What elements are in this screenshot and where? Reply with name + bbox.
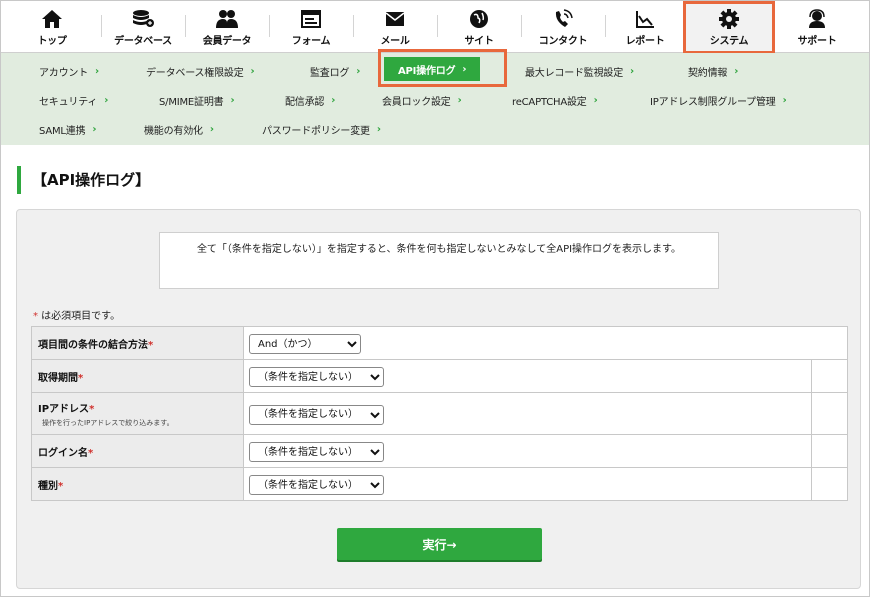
required-mark: * [88, 447, 94, 459]
chevron-right-icon: › [209, 124, 214, 135]
ip-label: IPアドレス* 操作を行ったIPアドレスで絞り込みます。 [31, 392, 244, 435]
required-note: * は必須項目です。 [33, 307, 120, 322]
required-mark: * [148, 339, 154, 351]
ip-select[interactable]: （条件を指定しない） [249, 404, 384, 425]
period-select[interactable]: （条件を指定しない） [249, 367, 384, 388]
home-icon [41, 9, 63, 29]
form-row-condition: 項目間の条件の結合方法* And（かつ） [31, 326, 848, 360]
nav-form-label: フォーム [291, 36, 331, 47]
subnav-db-permission[interactable]: データベース権限設定 › [146, 64, 255, 79]
nav-top[interactable]: トップ [9, 1, 95, 53]
nav-system[interactable]: システム [685, 1, 773, 53]
chevron-right-icon: › [95, 66, 99, 77]
form-row-period: 取得期間* （条件を指定しない） [31, 359, 848, 393]
condition-join-select[interactable]: And（かつ） [249, 334, 361, 355]
subnav-saml[interactable]: SAML連携 › [39, 122, 96, 137]
nav-system-label: システム [709, 36, 749, 47]
chevron-right-icon: › [92, 124, 97, 135]
nav-support-label: サポート [797, 36, 837, 47]
ip-sublabel: 操作を行ったIPアドレスで絞り込みます。 [42, 418, 174, 427]
subnav-smime[interactable]: S/MIME証明書 › [159, 93, 235, 108]
nav-site[interactable]: サイト [437, 1, 521, 53]
subnav-api-log[interactable]: API操作ログ › [384, 57, 481, 81]
search-form-table: 項目間の条件の結合方法* And（かつ） 取得期間* （条件を指定しない） IP… [31, 326, 848, 501]
nav-report-label: レポート [625, 36, 665, 47]
chevron-right-icon: › [462, 63, 467, 75]
subnav-max-record[interactable]: 最大レコード監視設定 › [525, 64, 634, 79]
subnav-audit-log[interactable]: 監査ログ › [310, 64, 360, 79]
chevron-right-icon: › [104, 95, 109, 106]
chevron-right-icon: › [356, 66, 361, 77]
nav-database[interactable]: データベース [101, 1, 185, 53]
required-mark: * [89, 403, 95, 415]
subnav-ip-restriction[interactable]: IPアドレス制限グループ管理 › [650, 93, 787, 108]
nav-support[interactable]: サポート [777, 1, 857, 53]
search-panel: 全て「（条件を指定しない）」を指定すると、条件を何も指定しないとみなして全API… [16, 209, 861, 589]
chevron-right-icon: › [630, 66, 634, 77]
required-note-text: は必須項目です。 [38, 311, 121, 322]
login-name-select[interactable]: （条件を指定しない） [249, 442, 384, 463]
subnav-contract[interactable]: 契約情報 › [688, 64, 738, 79]
chevron-right-icon: › [457, 95, 462, 106]
report-icon [635, 9, 655, 29]
type-select[interactable]: （条件を指定しない） [249, 475, 384, 496]
form-row-type: 種別* （条件を指定しない） [31, 467, 848, 501]
subnav-delivery-approval[interactable]: 配信承認 › [285, 93, 335, 108]
nav-members-label: 会員データ [202, 36, 252, 47]
subnav-recaptcha[interactable]: reCAPTCHA設定 › [512, 93, 598, 108]
form-row-login: ログイン名* （条件を指定しない） [31, 434, 848, 468]
chevron-right-icon: › [593, 95, 598, 106]
database-icon [131, 9, 155, 29]
gear-icon [719, 9, 739, 29]
sub-navigation: アカウント › データベース権限設定 › 監査ログ › API操作ログ › 最大レコード… [1, 49, 869, 145]
support-icon [807, 9, 827, 29]
chevron-right-icon: › [230, 95, 235, 106]
contact-icon [553, 9, 573, 29]
mail-icon [385, 9, 405, 29]
subnav-password-policy[interactable]: パスワードポリシー変更 › [262, 122, 381, 137]
chevron-right-icon: › [331, 95, 336, 106]
nav-contact[interactable]: コンタクト [521, 1, 605, 53]
type-label: 種別* [31, 467, 244, 501]
nav-database-label: データベース [114, 36, 172, 47]
subnav-feature-enable[interactable]: 機能の有効化 › [144, 122, 214, 137]
form-icon [301, 9, 321, 29]
subnav-member-lock[interactable]: 会員ロック設定 › [382, 93, 462, 108]
members-icon [215, 9, 239, 29]
nav-site-label: サイト [464, 36, 494, 47]
chevron-right-icon: › [734, 66, 739, 77]
nav-members[interactable]: 会員データ [185, 1, 269, 53]
nav-contact-label: コンタクト [538, 36, 588, 47]
nav-mail[interactable]: メール [353, 1, 437, 53]
site-icon [469, 9, 489, 29]
chevron-right-icon: › [250, 66, 255, 77]
condition-label: 項目間の条件の結合方法* [31, 326, 244, 360]
subnav-account[interactable]: アカウント › [39, 64, 99, 79]
subnav-security[interactable]: セキュリティ › [39, 93, 108, 108]
nav-top-label: トップ [37, 36, 67, 47]
page-title: 【API操作ログ】 [17, 166, 150, 194]
execute-button[interactable]: 実行→ [337, 528, 542, 560]
chevron-right-icon: › [376, 124, 381, 135]
period-label: 取得期間* [31, 359, 244, 393]
required-mark: * [58, 480, 64, 492]
nav-mail-label: メール [380, 36, 410, 47]
form-row-ip: IPアドレス* 操作を行ったIPアドレスで絞り込みます。 （条件を指定しない） [31, 392, 848, 435]
login-name-label: ログイン名* [31, 434, 244, 468]
nav-report[interactable]: レポート [605, 1, 685, 53]
top-navigation: トップ データベース 会員データ フォーム メール サイト コンタクト レポート… [1, 1, 869, 54]
required-mark: * [78, 372, 84, 384]
nav-form[interactable]: フォーム [269, 1, 353, 53]
chevron-right-icon: › [782, 95, 787, 106]
notice-box: 全て「（条件を指定しない）」を指定すると、条件を何も指定しないとみなして全API… [159, 232, 719, 289]
